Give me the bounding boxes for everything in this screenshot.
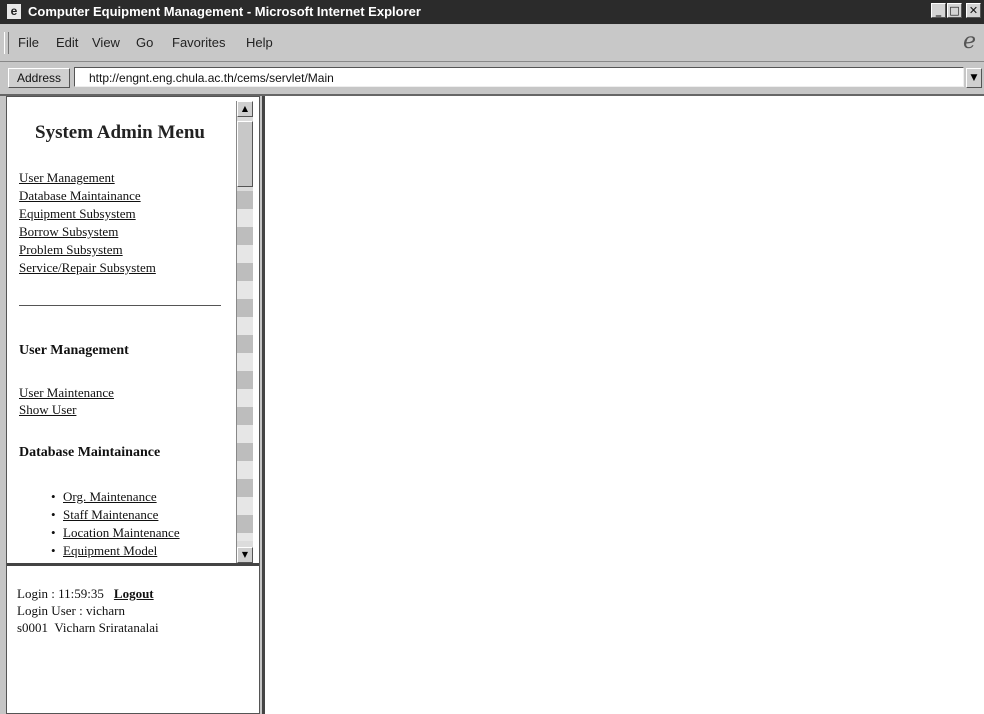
- link-staff-maintenance-label: Staff Maintenance: [63, 507, 159, 522]
- browser-window: e Computer Equipment Management - Micros…: [0, 0, 984, 714]
- address-input[interactable]: http://engnt.eng.chula.ac.th/cems/servle…: [74, 67, 964, 87]
- menu-edit[interactable]: Edit: [56, 35, 78, 50]
- address-label: Address: [8, 68, 70, 88]
- link-location-maintenance-label: Location Maintenance: [63, 525, 180, 540]
- menu-help[interactable]: Help: [246, 35, 273, 50]
- link-database-maintainance[interactable]: Database Maintainance: [19, 188, 141, 204]
- address-dropdown-icon[interactable]: ▼: [966, 68, 982, 88]
- bullet-icon: •: [51, 489, 56, 504]
- link-equipment-model[interactable]: • Equipment Model: [51, 543, 158, 559]
- maximize-button[interactable]: □: [947, 3, 962, 18]
- link-problem-subsystem[interactable]: Problem Subsystem: [19, 242, 123, 258]
- link-borrow-subsystem[interactable]: Borrow Subsystem: [19, 224, 118, 240]
- ie-app-icon[interactable]: e: [7, 4, 21, 19]
- address-bar: Address http://engnt.eng.chula.ac.th/cem…: [0, 62, 984, 96]
- window-title: Computer Equipment Management - Microsof…: [28, 4, 421, 19]
- link-staff-maintenance[interactable]: • Staff Maintenance: [51, 507, 159, 523]
- menu-file[interactable]: File: [18, 35, 39, 50]
- link-show-user[interactable]: Show User: [19, 402, 76, 418]
- scroll-down-icon[interactable]: ▼: [237, 547, 253, 563]
- bullet-icon: •: [51, 525, 56, 540]
- login-staff: s0001 Vicharn Sriratanalai: [17, 620, 159, 635]
- main-content-frame: [262, 96, 984, 714]
- link-service-repair-subsystem[interactable]: Service/Repair Subsystem: [19, 260, 156, 276]
- left-frame: System Admin Menu User Management Databa…: [6, 96, 260, 714]
- menu-go[interactable]: Go: [136, 35, 153, 50]
- link-equipment-subsystem[interactable]: Equipment Subsystem: [19, 206, 136, 222]
- link-location-maintenance[interactable]: • Location Maintenance: [51, 525, 180, 541]
- menu-title: System Admin Menu: [35, 122, 205, 143]
- menu-view[interactable]: View: [92, 35, 120, 50]
- login-time-line: Login : 11:59:35 Logout: [17, 586, 154, 602]
- toolbar-grip[interactable]: [4, 32, 9, 54]
- menu-scrollbar[interactable]: ▲ ▼: [236, 101, 253, 563]
- login-time: Login : 11:59:35: [17, 586, 104, 601]
- database-maintainance-heading: Database Maintainance: [19, 445, 161, 460]
- title-bar: e Computer Equipment Management - Micros…: [0, 0, 984, 24]
- link-equipment-model-label: Equipment Model: [63, 543, 158, 558]
- close-button[interactable]: ✕: [966, 3, 981, 18]
- ie-logo-icon: e: [962, 29, 976, 54]
- bullet-icon: •: [51, 507, 56, 522]
- menu-favorites[interactable]: Favorites: [172, 35, 225, 50]
- menu-bar: File Edit View Go Favorites Help e: [0, 25, 984, 62]
- logout-link[interactable]: Logout: [114, 586, 154, 601]
- minimize-button[interactable]: _: [931, 3, 946, 18]
- scroll-track[interactable]: [237, 191, 253, 541]
- bullet-icon: •: [51, 543, 56, 558]
- link-org-maintenance[interactable]: • Org. Maintenance: [51, 489, 157, 505]
- scroll-up-icon[interactable]: ▲: [237, 101, 253, 117]
- login-pane: Login : 11:59:35 Logout Login User : vich…: [7, 566, 259, 713]
- link-user-maintenance[interactable]: User Maintenance: [19, 385, 114, 401]
- user-management-heading: User Management: [19, 343, 129, 358]
- login-user: Login User : vicharn: [17, 603, 125, 618]
- menu-divider: [19, 305, 221, 306]
- scroll-thumb[interactable]: [237, 121, 253, 187]
- admin-menu-pane: System Admin Menu User Management Databa…: [7, 97, 233, 563]
- link-org-maintenance-label: Org. Maintenance: [63, 489, 157, 504]
- link-user-management[interactable]: User Management: [19, 170, 115, 186]
